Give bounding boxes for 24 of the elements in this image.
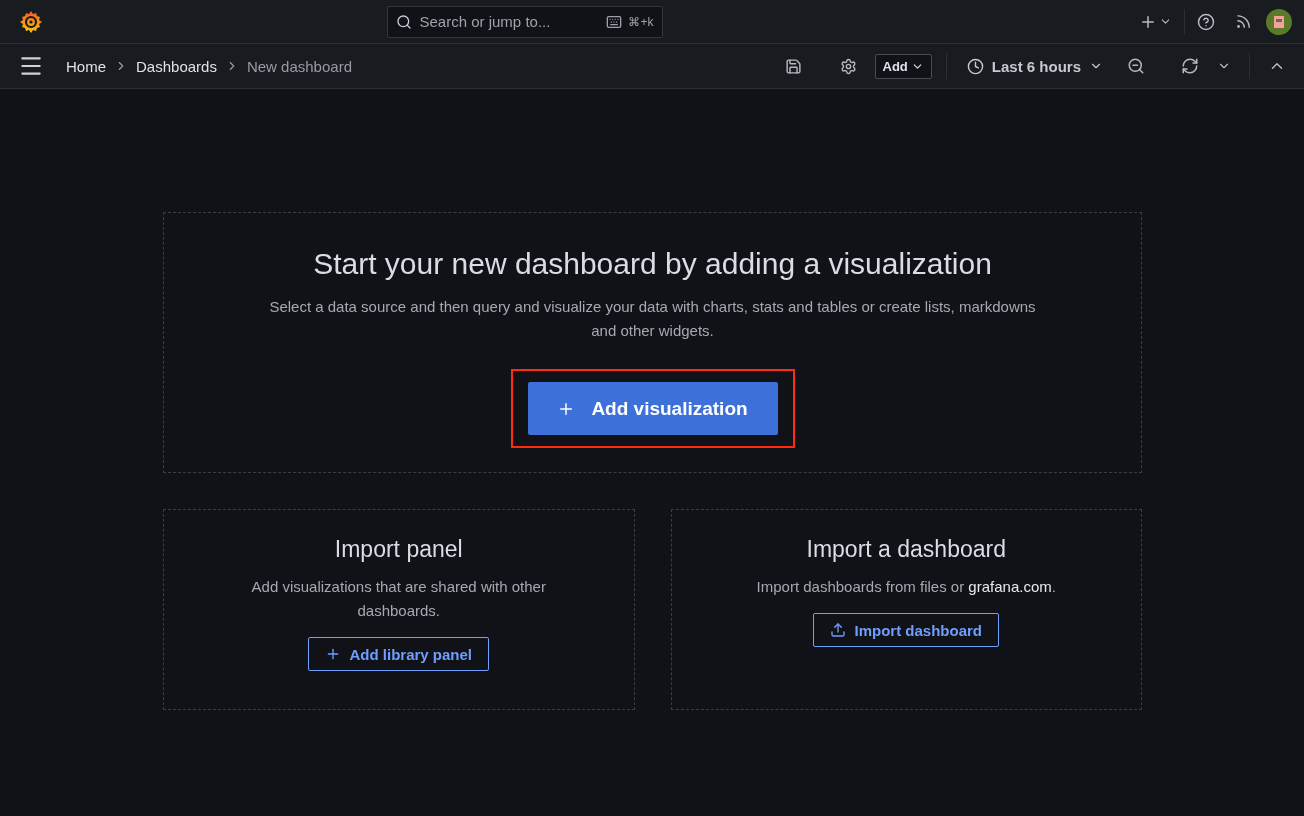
add-button[interactable]: Add <box>874 53 932 79</box>
add-visualization-button[interactable]: Add visualization <box>527 382 778 435</box>
card-title: Import panel <box>334 536 463 563</box>
search-input[interactable]: Search or jump to... <box>417 12 601 31</box>
import-dashboard-button[interactable]: Import dashboard <box>813 613 999 647</box>
clock-icon <box>966 57 984 75</box>
upload-icon <box>830 622 847 638</box>
hero-description: Select a data source and then query and visualize your data with charts, stats and tables or create lists, markdowns and other widgets. <box>268 297 1037 341</box>
time-range-picker[interactable]: Last 6 hours <box>960 56 1109 76</box>
card-description: Add visualizations that are shared with other dashboards. <box>250 577 547 621</box>
user-avatar[interactable] <box>1266 8 1292 35</box>
keyboard-icon <box>606 13 623 30</box>
breadcrumb-link[interactable]: Home <box>66 57 106 75</box>
refresh-icon <box>1181 57 1199 75</box>
search-field[interactable]: Search or jump to... ⌘+k <box>386 5 663 38</box>
search-icon <box>395 13 412 30</box>
grafana-link[interactable]: grafana.com <box>968 578 1052 595</box>
hero-title: Start your new dashboard by adding a visualization <box>313 247 992 281</box>
add-library-panel-button[interactable]: Add library panel <box>308 637 489 671</box>
card-description: Import dashboards from files or grafana.com. <box>756 577 1056 597</box>
shortcut-hint: ⌘+k <box>628 14 654 29</box>
breadcrumb-link[interactable]: New dashboard <box>246 57 352 75</box>
breadcrumb-link[interactable]: Dashboards <box>136 57 217 75</box>
card-title: Import a dashboard <box>806 536 1006 563</box>
